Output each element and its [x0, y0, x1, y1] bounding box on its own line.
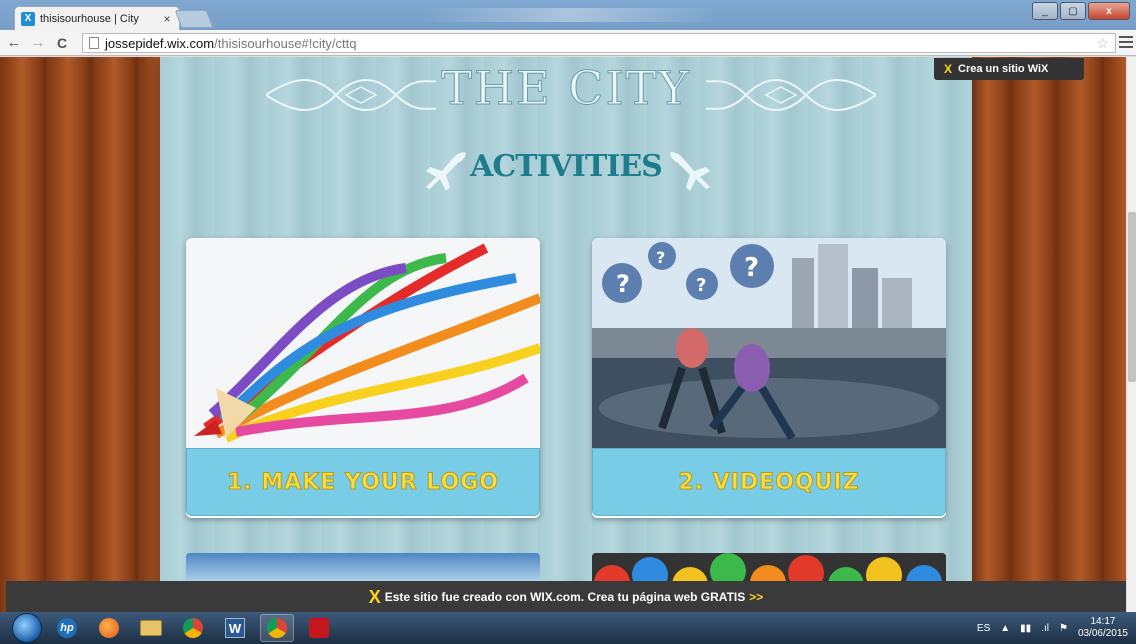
tab-bar: X thisisourhouse | City × _ ▢ x [0, 0, 1136, 30]
wix-promo-label: Crea un sitio WiX [958, 63, 1049, 75]
hp-app-icon[interactable]: hp [50, 614, 84, 642]
activity-card-videoquiz[interactable]: ? ? ? ? 2. VIDEOQUIZ [592, 238, 946, 518]
maximize-button[interactable]: ▢ [1060, 2, 1086, 20]
card-label: 2. VIDEOQUIZ [678, 469, 860, 495]
new-tab-button[interactable] [174, 10, 214, 28]
ornament-right-icon [706, 79, 876, 111]
activities-heading: ACTIVITIES [470, 149, 663, 184]
activity-card-logo[interactable]: 1. MAKE YOUR LOGO [186, 238, 540, 518]
card-label-box[interactable]: 1. MAKE YOUR LOGO [186, 448, 540, 516]
card-label: 1. MAKE YOUR LOGO [227, 469, 499, 495]
wix-favicon-icon: X [21, 11, 35, 26]
browser-tab[interactable]: X thisisourhouse | City × [14, 6, 180, 30]
windows-taskbar: hp W ES ▲ ▮▮ .ıl ⚑ 14:17 03/06/2015 [0, 612, 1136, 644]
content-panel: THE CITY ACTIVITIES 1. MAKE YOUR LOGO ? … [160, 57, 972, 612]
wix-logo-icon: X [944, 62, 953, 76]
word-icon[interactable]: W [218, 614, 252, 642]
tab-close-icon[interactable]: × [161, 12, 173, 26]
firefox-icon[interactable] [92, 614, 126, 642]
city-fountain-photo: ? ? ? ? [592, 238, 946, 448]
back-button[interactable]: ← [4, 33, 24, 53]
url-path: /thisisourhouse#!city/cttq [214, 35, 357, 51]
clock-date: 03/06/2015 [1077, 628, 1128, 639]
page-scrollbar[interactable] [1126, 57, 1136, 612]
chrome-active-icon[interactable] [260, 614, 294, 642]
browser-toolbar: ← → C jossepidef.wix.com /thisisourhouse… [0, 30, 1136, 56]
wix-create-site-button[interactable]: X Crea un sitio WiX [934, 58, 1084, 80]
address-bar[interactable]: jossepidef.wix.com /thisisourhouse#!city… [82, 33, 1116, 53]
svg-text:?: ? [656, 248, 665, 267]
chrome-icon[interactable] [176, 614, 210, 642]
clock[interactable]: 14:17 03/06/2015 [1078, 616, 1128, 640]
wix-banner-text: Este sitio fue creado con WIX.com. Crea … [384, 590, 746, 604]
svg-text:?: ? [616, 270, 630, 298]
browser-chrome: X thisisourhouse | City × _ ▢ x ← → C jo… [0, 0, 1136, 56]
tab-title: thisisourhouse | City [40, 12, 139, 25]
forward-button[interactable]: → [28, 33, 48, 53]
window-controls: _ ▢ x [1032, 2, 1130, 20]
wix-logo-icon: X [368, 586, 381, 607]
page-icon [89, 37, 99, 49]
url-host: jossepidef.wix.com [105, 35, 215, 51]
acrobat-reader-icon[interactable] [302, 614, 336, 642]
bookmark-star-icon[interactable]: ☆ [1096, 35, 1109, 52]
close-window-button[interactable]: x [1088, 2, 1130, 20]
language-indicator[interactable]: ES [977, 623, 990, 634]
flag-icon[interactable]: ⚑ [1059, 623, 1068, 634]
clock-time: 14:17 [1090, 616, 1116, 627]
wix-banner-arrows: >> [749, 590, 764, 604]
wix-footer-banner[interactable]: X Este sitio fue creado con WIX.com. Cre… [6, 581, 1126, 612]
airplane-right-icon [670, 152, 710, 191]
start-button[interactable] [12, 613, 42, 643]
signal-icon[interactable]: .ıl [1041, 623, 1049, 634]
colored-pencil-image [186, 238, 540, 448]
menu-icon[interactable] [1119, 34, 1133, 50]
minimize-button[interactable]: _ [1032, 2, 1058, 20]
card-label-box[interactable]: 2. VIDEOQUIZ [592, 448, 946, 516]
svg-text:?: ? [696, 275, 706, 296]
scrollbar-thumb[interactable] [1128, 212, 1136, 382]
page-viewport: THE CITY ACTIVITIES 1. MAKE YOUR LOGO ? … [0, 57, 1126, 612]
system-tray: ES ▲ ▮▮ .ıl ⚑ 14:17 03/06/2015 [977, 612, 1128, 644]
svg-text:?: ? [744, 253, 759, 283]
show-hidden-icons-icon[interactable]: ▲ [1000, 623, 1010, 634]
file-explorer-icon[interactable] [134, 614, 168, 642]
reload-button[interactable]: C [52, 33, 72, 53]
network-icon[interactable]: ▮▮ [1020, 623, 1031, 634]
window-title-blur [420, 8, 720, 22]
